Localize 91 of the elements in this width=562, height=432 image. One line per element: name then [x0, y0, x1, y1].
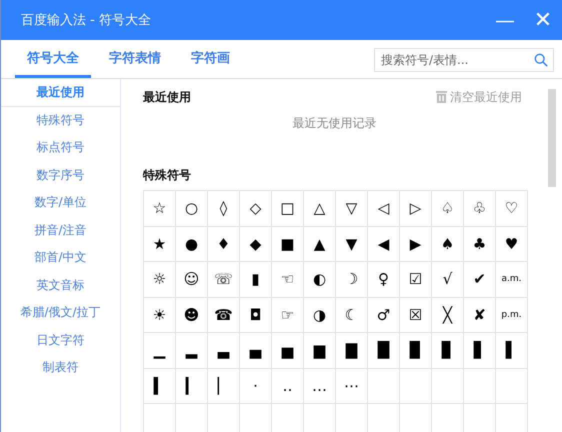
symbol-cell[interactable]: ♀ — [368, 262, 400, 298]
symbol-cell[interactable]: ▍ — [144, 368, 176, 404]
symbol-cell[interactable]: ☜ — [272, 262, 304, 298]
symbol-cell[interactable]: ▅ — [272, 333, 304, 368]
symbol-cell[interactable]: ▋ — [464, 333, 496, 368]
symbol-cell[interactable]: ▷ — [400, 191, 432, 226]
section-heading: 最近使用 — [143, 88, 191, 106]
symbol-cell[interactable]: · — [240, 368, 272, 404]
tab[interactable]: 符号大全 — [15, 40, 91, 78]
search-field[interactable]: 搜索符号/表情... — [374, 48, 554, 72]
symbol-cell[interactable]: ♥ — [496, 226, 528, 262]
symbol-cell[interactable]: ╳ — [432, 298, 464, 333]
symbol-cell[interactable]: ◘ — [240, 298, 272, 333]
symbol-cell[interactable]: ● — [176, 226, 208, 262]
symbol-cell[interactable]: ★ — [144, 226, 176, 262]
sidebar-item[interactable]: 数字序号 — [1, 162, 120, 189]
trash-icon — [436, 91, 447, 103]
symbol-cell[interactable]: ▌ — [496, 333, 528, 368]
symbol-cell[interactable]: ☻ — [176, 298, 208, 333]
symbol-cell[interactable]: ⋯ — [336, 368, 368, 404]
sidebar-item[interactable]: 制表符 — [1, 354, 120, 382]
symbol-cell[interactable]: ☺ — [176, 262, 208, 298]
sidebar-item[interactable]: 标点符号 — [1, 134, 120, 162]
symbol-cell[interactable]: ■ — [272, 226, 304, 262]
symbol-cell[interactable]: ♠ — [432, 226, 464, 262]
symbol-cell[interactable]: ▇ — [336, 333, 368, 368]
symbol-cell[interactable]: p.m. — [496, 298, 528, 333]
symbol-cell[interactable]: ☎ — [208, 298, 240, 333]
symbol-cell[interactable]: ☑ — [400, 262, 432, 298]
sidebar-item[interactable]: 部首/中文 — [1, 244, 120, 272]
symbol-cell[interactable]: ▽ — [336, 191, 368, 226]
symbol-cell[interactable]: ◀ — [368, 226, 400, 262]
symbol-cell[interactable]: ♂ — [368, 298, 400, 333]
sidebar-item[interactable]: 数字/单位 — [1, 189, 120, 216]
symbol-cell[interactable]: … — [304, 368, 336, 404]
symbol-cell[interactable]: ◑ — [304, 298, 336, 333]
symbol-cell[interactable]: ▼ — [336, 226, 368, 262]
symbol-cell[interactable]: ◐ — [304, 262, 336, 298]
symbol-cell[interactable]: √ — [432, 262, 464, 298]
tab[interactable]: 字符表情 — [97, 40, 173, 78]
tab[interactable]: 字符画 — [179, 40, 242, 78]
symbol-cell[interactable]: ✘ — [464, 298, 496, 333]
symbol-cell[interactable]: ▉ — [400, 333, 432, 368]
symbol-cell[interactable]: ◇ — [240, 191, 272, 226]
symbol-cell[interactable]: ▎ — [176, 368, 208, 404]
minimize-button[interactable]: — — [486, 0, 524, 40]
symbol-cell[interactable]: ▶ — [400, 226, 432, 262]
symbol-cell[interactable]: ♡ — [496, 191, 528, 226]
symbol-cell[interactable]: ☀ — [144, 298, 176, 333]
symbol-cell[interactable]: ☆ — [144, 191, 176, 226]
sidebar-item[interactable]: 英文音标 — [1, 272, 120, 299]
symbol-cell[interactable]: ♤ — [432, 191, 464, 226]
symbol-cell[interactable]: △ — [304, 191, 336, 226]
symbol-cell[interactable]: ‥ — [272, 368, 304, 404]
symbol-cell[interactable]: ◆ — [240, 226, 272, 262]
symbol-cell[interactable]: █ — [368, 333, 400, 368]
symbol-cell[interactable]: ✔ — [464, 262, 496, 298]
symbol-cell[interactable]: ◁ — [368, 191, 400, 226]
search-icon[interactable] — [534, 53, 548, 67]
symbol-cell[interactable]: ▁ — [144, 333, 176, 368]
close-button[interactable]: ✕ — [524, 0, 562, 40]
section-heading: 特殊符号 — [143, 167, 192, 184]
symbol-cell[interactable]: ▄ — [240, 333, 272, 368]
sidebar-item[interactable]: 最近使用 — [1, 79, 120, 106]
symbol-cell[interactable]: ▏ — [208, 368, 240, 404]
symbol-cell[interactable]: ♧ — [464, 191, 496, 226]
symbol-cell[interactable]: a.m. — [496, 262, 528, 298]
symbol-cell[interactable]: ▊ — [432, 333, 464, 368]
symbol-cell[interactable]: ☒ — [400, 298, 432, 333]
sidebar-item[interactable]: 希腊/俄文/拉丁 — [1, 299, 120, 326]
symbol-cell[interactable]: ♦ — [208, 226, 240, 262]
sidebar-item[interactable]: 特殊符号 — [1, 106, 120, 134]
symbol-cell[interactable]: ♣ — [464, 226, 496, 262]
symbol-cell[interactable]: ▃ — [208, 333, 240, 368]
symbol-cell[interactable]: ☏ — [208, 262, 240, 298]
symbol-cell[interactable]: ▮ — [240, 262, 272, 298]
symbol-cell[interactable]: ○ — [176, 191, 208, 226]
symbol-cell[interactable]: ◊ — [208, 191, 240, 226]
window-title: 百度输入法 - 符号大全 — [21, 12, 152, 29]
sidebar-item[interactable]: 拼音/注音 — [1, 216, 120, 244]
symbol-cell[interactable]: □ — [272, 191, 304, 226]
symbol-cell[interactable]: ☾ — [336, 298, 368, 333]
scrollbar[interactable] — [548, 89, 556, 187]
symbol-cell[interactable]: ☞ — [272, 298, 304, 333]
symbol-cell[interactable]: ☽ — [336, 262, 368, 298]
symbol-cell[interactable]: ▲ — [304, 226, 336, 262]
symbol-cell[interactable]: ☼ — [144, 262, 176, 298]
symbol-cell[interactable]: ▆ — [304, 333, 336, 368]
sidebar-item[interactable]: 日文字符 — [1, 326, 120, 354]
symbol-cell[interactable]: ▂ — [176, 333, 208, 368]
empty-message: 最近无使用记录 — [292, 116, 376, 130]
